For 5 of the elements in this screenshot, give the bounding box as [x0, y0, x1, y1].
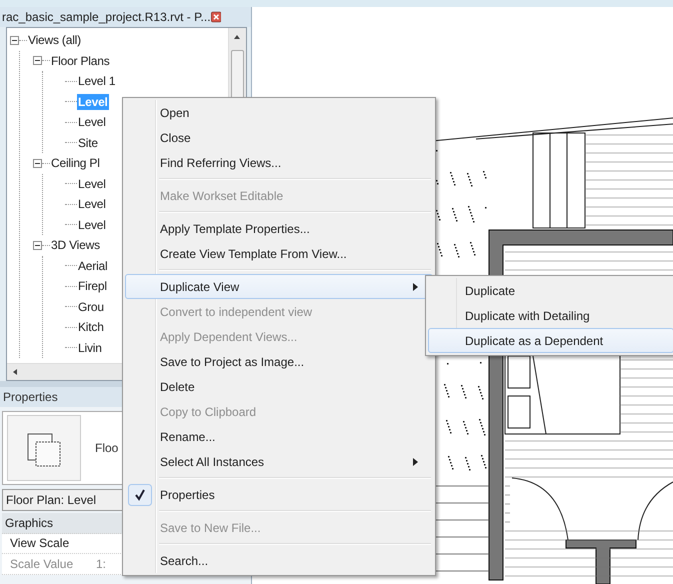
property-value: 1: [96, 556, 106, 571]
property-name: Scale Value [9, 556, 74, 571]
property-name: View Scale [9, 536, 70, 550]
panel-title: rac_basic_sample_project.R13.rvt - P... [2, 10, 211, 24]
type-label: Floo [95, 441, 118, 455]
